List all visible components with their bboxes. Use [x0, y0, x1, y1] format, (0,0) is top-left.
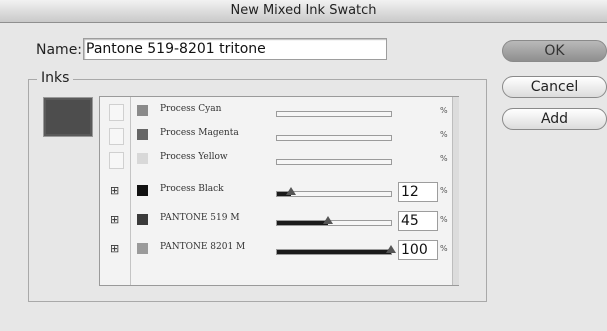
name-label: Name:	[36, 42, 83, 58]
percent-field[interactable]: 100	[398, 240, 438, 260]
ink-row-process-magenta: Process Magenta %	[100, 124, 450, 148]
ink-slider[interactable]	[276, 135, 392, 141]
ink-row-process-black: ⊞ Process Black 12 %	[100, 180, 450, 204]
ink-swatch	[137, 243, 148, 254]
percent-sign: %	[440, 154, 448, 163]
ink-slider[interactable]	[276, 159, 392, 165]
slider-fill	[277, 221, 328, 225]
dialog-title: New Mixed Ink Swatch	[0, 0, 607, 23]
ok-button[interactable]: OK	[502, 40, 607, 62]
ink-name: Process Yellow	[160, 152, 228, 162]
mix-ink-icon[interactable]: ⊞	[110, 185, 122, 197]
ink-name: PANTONE 519 M	[160, 213, 240, 223]
ink-slider[interactable]	[276, 187, 392, 197]
ink-swatch	[137, 129, 148, 140]
ink-swatch	[137, 214, 148, 225]
name-field[interactable]: Pantone 519-8201 tritone	[83, 38, 387, 60]
percent-field[interactable]: 45	[398, 211, 438, 231]
ink-slider[interactable]	[276, 216, 392, 226]
ink-slider[interactable]	[276, 111, 392, 117]
ink-name: Process Magenta	[160, 128, 239, 138]
percent-sign: %	[440, 215, 448, 224]
slider-thumb[interactable]	[386, 245, 396, 253]
ink-row-pantone-8201: ⊞ PANTONE 8201 M 100 %	[100, 238, 450, 262]
mixed-ink-preview-swatch	[43, 97, 93, 137]
mix-ink-icon[interactable]: ⊞	[110, 243, 122, 255]
ink-name: Process Cyan	[160, 104, 222, 114]
include-checkbox[interactable]	[109, 152, 124, 169]
new-mixed-ink-swatch-dialog: New Mixed Ink Swatch Name: Pantone 519-8…	[0, 0, 607, 331]
slider-thumb[interactable]	[323, 216, 333, 224]
inks-legend: Inks	[37, 70, 74, 86]
ink-swatch	[137, 185, 148, 196]
ink-list: Process Cyan % Process Magenta % Process…	[99, 96, 459, 286]
percent-sign: %	[440, 186, 448, 195]
add-button[interactable]: Add	[502, 108, 607, 130]
ink-row-process-yellow: Process Yellow %	[100, 148, 450, 172]
percent-sign: %	[440, 130, 448, 139]
slider-thumb[interactable]	[286, 187, 296, 195]
ink-name: Process Black	[160, 184, 224, 194]
ink-swatch	[137, 105, 148, 116]
percent-sign: %	[440, 106, 448, 115]
ink-list-scrollbar[interactable]	[452, 97, 459, 285]
include-checkbox[interactable]	[109, 128, 124, 145]
ink-name: PANTONE 8201 M	[160, 242, 246, 252]
ink-row-process-cyan: Process Cyan %	[100, 100, 450, 124]
ink-slider[interactable]	[276, 245, 396, 255]
percent-sign: %	[440, 244, 448, 253]
ink-row-pantone-519: ⊞ PANTONE 519 M 45 %	[100, 209, 450, 233]
mix-ink-icon[interactable]: ⊞	[110, 214, 122, 226]
ink-swatch	[137, 153, 148, 164]
include-checkbox[interactable]	[109, 104, 124, 121]
percent-field[interactable]: 12	[398, 182, 438, 202]
slider-fill	[277, 250, 391, 254]
cancel-button[interactable]: Cancel	[502, 76, 607, 98]
